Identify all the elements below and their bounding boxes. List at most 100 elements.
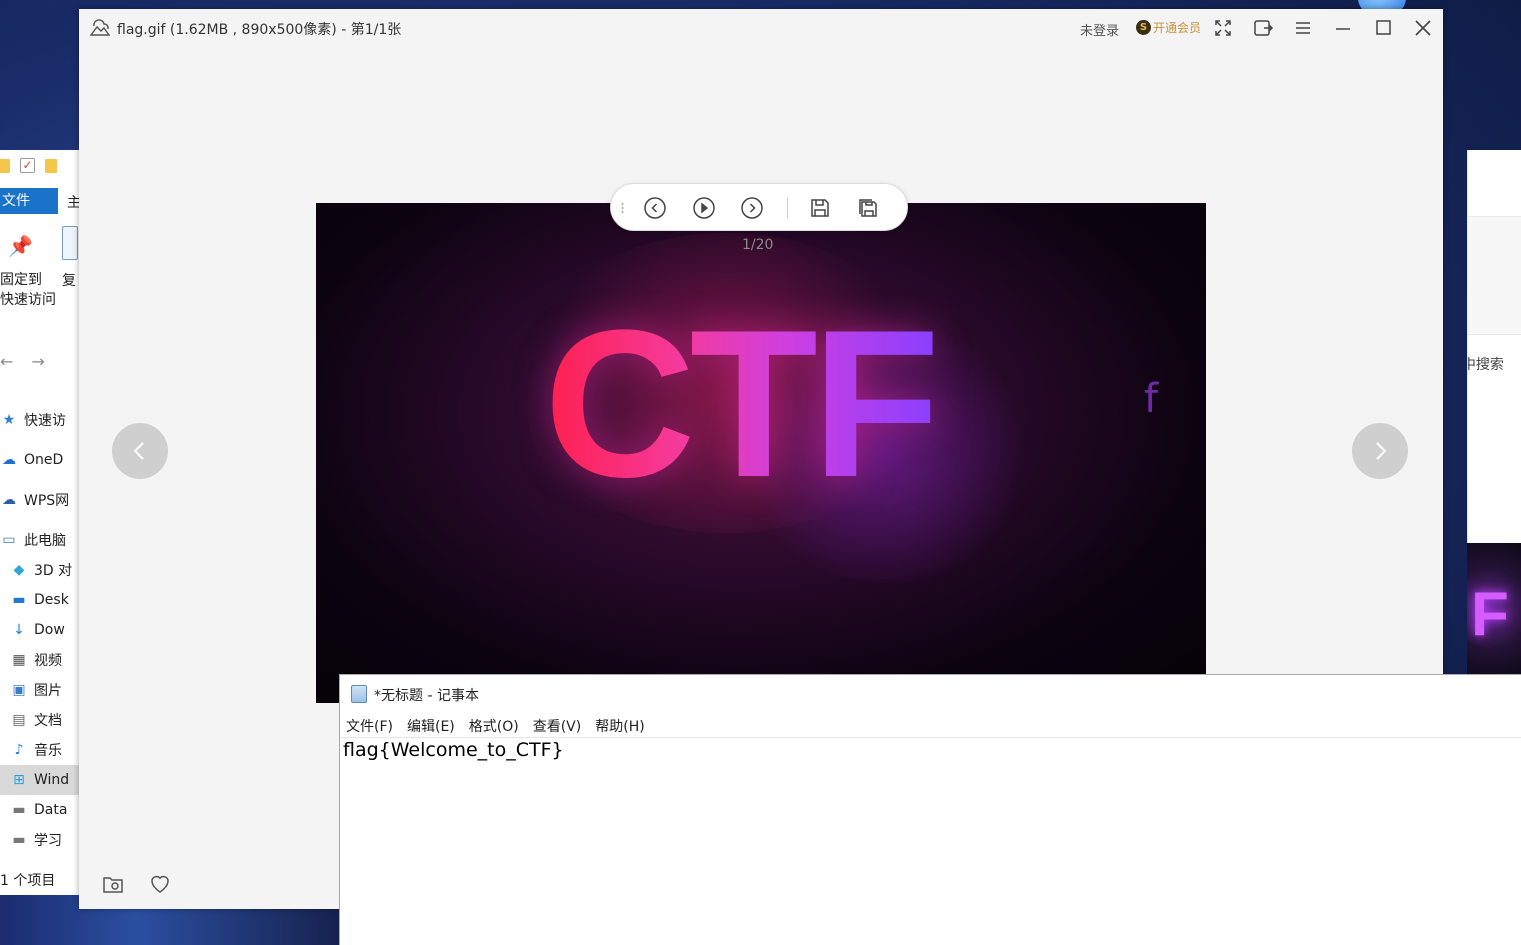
pin-icon[interactable]: 📌 [8, 234, 33, 258]
this-pc-icon: ▭ [2, 532, 16, 548]
cloud-photo-icon [89, 18, 111, 38]
quick-access-toolbar: ✓ [0, 158, 57, 173]
tree-item-desktop[interactable]: ▬ Desk [0, 585, 79, 615]
minimize-icon[interactable] [1332, 17, 1354, 39]
folder-icon[interactable] [0, 158, 10, 173]
desktop-wallpaper-art: F [1467, 543, 1521, 675]
drive-icon: ▬ [12, 802, 26, 818]
save-frame-icon[interactable] [808, 196, 832, 220]
viewer-title-bar: flag.gif (1.62MB , 890x500像素) - 第1/1张 未登… [79, 9, 1443, 47]
gif-preview: CTF f [316, 203, 1206, 703]
videos-icon: ▦ [12, 652, 26, 668]
star-icon: ★ [2, 412, 16, 428]
tree-item-quick-access[interactable]: ★ 快速访 [0, 405, 79, 435]
wps-cloud-icon: ☁ [2, 492, 16, 508]
tree-item-this-pc[interactable]: ▭ 此电脑 [0, 525, 79, 555]
notepad-window: *无标题 - 记事本 文件(F) 编辑(E) 格式(O) 查看(V) 帮助(H)… [339, 674, 1521, 945]
notepad-menu-bar: 文件(F) 编辑(E) 格式(O) 查看(V) 帮助(H) [346, 716, 645, 736]
properties-icon[interactable]: ✓ [20, 158, 35, 173]
explorer-ribbon-area [1468, 150, 1521, 217]
file-explorer-background: ✓ 文件 主 📌 固定到 快速访问 复 ← → ★ 快速访 ☁ OneD ☁ W… [0, 150, 80, 895]
3d-objects-icon: ◆ [13, 562, 25, 578]
menu-icon[interactable] [1292, 17, 1314, 39]
pictures-icon: ▣ [12, 682, 26, 698]
music-icon: ♪ [14, 742, 24, 758]
copy-label[interactable]: 复 [62, 270, 76, 290]
drive-icon: ▬ [12, 832, 26, 848]
drag-handle-icon[interactable] [621, 202, 624, 214]
tree-item-label: 3D 对 [34, 563, 73, 579]
tree-item-wps[interactable]: ☁ WPS网 [0, 485, 79, 515]
tree-item-3d-objects[interactable]: ◆ 3D 对 [0, 555, 79, 585]
prev-image-button[interactable] [112, 423, 168, 479]
downloads-icon: ↓ [13, 622, 25, 638]
onedrive-icon: ☁ [2, 452, 16, 468]
tree-item-label: 音乐 [34, 743, 62, 759]
notepad-text-area[interactable]: flag{Welcome_to_CTF} [343, 739, 564, 761]
frame-counter: 1/20 [742, 237, 774, 253]
tree-item-data-drive[interactable]: ▬ Data [0, 795, 79, 825]
status-bar: 1 个项目 [0, 873, 56, 889]
notepad-icon [351, 685, 367, 703]
folder-icon[interactable] [101, 872, 125, 896]
frame-toolbar [610, 183, 908, 231]
next-image-button[interactable] [1352, 423, 1408, 479]
search-placeholder: 中搜索 [1468, 357, 1504, 373]
explorer-ribbon-commands [1468, 217, 1521, 335]
tree-item-label: OneD [24, 452, 64, 468]
tree-item-windows-drive[interactable]: ⊞ Wind [0, 765, 79, 795]
pin-label-line2: 快速访问 [0, 292, 56, 308]
prev-frame-icon[interactable] [643, 196, 667, 220]
heart-icon[interactable] [148, 872, 172, 896]
windows-drive-icon: ⊞ [13, 772, 25, 788]
documents-icon: ▤ [12, 712, 26, 728]
close-icon[interactable] [1412, 17, 1434, 39]
tab-file[interactable]: 文件 [0, 188, 58, 214]
tree-item-label: 视频 [34, 653, 62, 669]
maximize-icon[interactable] [1372, 17, 1394, 39]
share-icon[interactable] [1252, 17, 1274, 39]
tree-item-label: 快速访 [24, 413, 66, 429]
save-all-frames-icon[interactable] [856, 196, 880, 220]
menu-edit[interactable]: 编辑(E) [407, 716, 455, 736]
prev-image-icon [133, 442, 144, 460]
tree-item-onedrive[interactable]: ☁ OneD [0, 445, 79, 475]
menu-view[interactable]: 查看(V) [533, 716, 582, 736]
tree-item-videos[interactable]: ▦ 视频 [0, 645, 79, 675]
play-icon[interactable] [692, 196, 716, 220]
tree-item-label: 此电脑 [24, 533, 66, 549]
tree-item-label: Desk [34, 592, 69, 608]
forward-arrow-icon[interactable]: → [31, 352, 44, 371]
vip-icon[interactable]: S [1136, 20, 1151, 35]
pin-to-quick-access-button[interactable]: 固定到 快速访问 [0, 270, 56, 310]
tree-item-label: Wind [34, 772, 70, 788]
tree-item-pictures[interactable]: ▣ 图片 [0, 675, 79, 705]
nav-buttons: ← → [0, 352, 45, 371]
login-status[interactable]: 未登录 [1080, 20, 1119, 39]
tree-item-documents[interactable]: ▤ 文档 [0, 705, 79, 735]
toolbar-divider [787, 198, 788, 218]
notepad-title: *无标题 - 记事本 [374, 688, 479, 704]
next-frame-icon[interactable] [740, 196, 764, 220]
tree-item-label: 学习 [34, 833, 62, 849]
new-folder-icon[interactable] [45, 158, 57, 173]
tree-item-label: 文档 [34, 713, 62, 729]
tree-item-study-drive[interactable]: ▬ 学习 [0, 825, 79, 855]
search-box[interactable]: ⌕中搜索 [1468, 354, 1504, 374]
copy-icon[interactable] [62, 226, 78, 260]
open-vip-button[interactable]: 开通会员 [1153, 19, 1201, 36]
viewer-title: flag.gif (1.62MB , 890x500像素) - 第1/1张 [117, 22, 402, 38]
tree-item-label: Data [34, 802, 68, 818]
back-arrow-icon[interactable]: ← [0, 352, 13, 371]
fullscreen-icon[interactable] [1212, 17, 1234, 39]
tree-item-label: 图片 [34, 683, 62, 699]
tree-item-music[interactable]: ♪ 音乐 [0, 735, 79, 765]
menu-file[interactable]: 文件(F) [346, 716, 393, 736]
tree-item-downloads[interactable]: ↓ Dow [0, 615, 79, 645]
pin-label-line1: 固定到 [0, 272, 42, 288]
image-ctf-text: CTF [544, 286, 940, 521]
menu-help[interactable]: 帮助(H) [595, 716, 644, 736]
image-overlay-char: f [1144, 376, 1159, 422]
file-explorer-background-right: ⌕中搜索 [1467, 150, 1521, 543]
menu-format[interactable]: 格式(O) [469, 716, 519, 736]
